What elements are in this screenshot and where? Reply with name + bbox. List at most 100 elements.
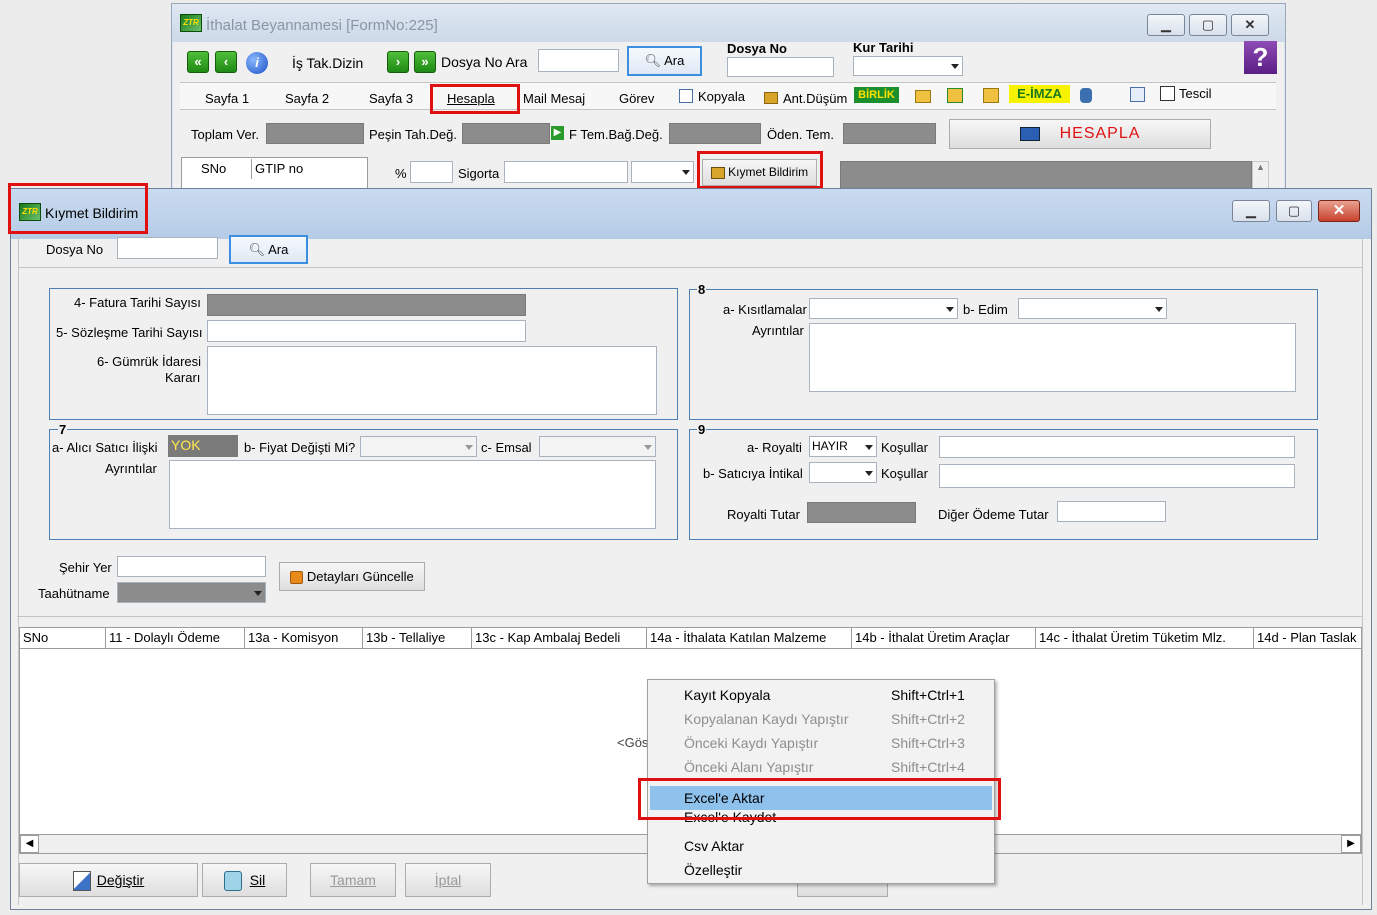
royalti-dropdown[interactable]: HAYIR — [809, 436, 877, 457]
royalti-tutar-field — [807, 502, 916, 523]
menu-item-onceki-kayit-yapistir[interactable]: Önceki Kaydı Yapıştır Shift+Ctrl+3 — [650, 731, 992, 755]
menu-item-kayit-kopyala[interactable]: Kayıt Kopyala Shift+Ctrl+1 — [650, 683, 992, 707]
gumruk-textarea[interactable] — [207, 346, 657, 415]
tab-gorev[interactable]: Görev — [619, 91, 654, 106]
diger-odeme-input[interactable] — [1057, 501, 1166, 522]
tab-sayfa-3[interactable]: Sayfa 3 — [369, 91, 413, 106]
percent-label: % — [395, 166, 407, 181]
edim-dropdown[interactable] — [1018, 298, 1167, 319]
group-8-ayrintilar-textarea[interactable] — [809, 323, 1296, 392]
hesapla-button[interactable]: HESAPLA — [949, 119, 1211, 149]
help-icon[interactable]: ? — [1244, 41, 1277, 74]
tab-hesapla[interactable]: Hesapla — [447, 91, 495, 106]
tescil-label: Tescil — [1179, 86, 1212, 101]
context-menu: Kayıt Kopyala Shift+Ctrl+1 Kopyalanan Kay… — [647, 679, 995, 884]
is-tak-dizin-link[interactable]: İş Tak.Dizin — [292, 55, 363, 71]
tab-mail-mesaj[interactable]: Mail Mesaj — [523, 91, 585, 106]
saticiya-intikal-dropdown[interactable] — [809, 462, 877, 483]
folder-icon[interactable] — [915, 90, 931, 103]
group-9-number: 9 — [697, 422, 707, 437]
menu-item-excele-kaydet[interactable]: Excel'e Kaydet — [650, 810, 992, 828]
e-imza-button[interactable]: E-İMZA — [1009, 85, 1070, 103]
dialog-dosya-no-label: Dosya No — [46, 242, 104, 257]
iptal-button[interactable]: İptal — [405, 863, 491, 897]
sil-button[interactable]: Sil — [202, 863, 287, 897]
kopyala-button[interactable]: Kopyala — [698, 89, 745, 104]
ara-button[interactable]: 🔍︎ Ara — [627, 46, 702, 76]
emsal-dropdown[interactable] — [539, 436, 656, 457]
divider — [17, 616, 1362, 617]
preview-icon[interactable] — [1130, 87, 1145, 102]
dialog-dosya-no-input[interactable] — [117, 237, 218, 259]
menu-item-ozellestir[interactable]: Özelleştir — [650, 858, 992, 882]
arrow-right-icon[interactable]: ▶ — [551, 126, 564, 140]
kiymet-bildirim-button[interactable]: Kıymet Bildirim — [702, 159, 817, 186]
detaylari-guncelle-button[interactable]: Detayları Güncelle — [279, 562, 425, 591]
prev-record-icon[interactable]: ‹ — [215, 51, 237, 73]
tescil-checkbox[interactable] — [1160, 86, 1175, 101]
emsal-label: c- Emsal — [481, 440, 532, 455]
fatura-field — [207, 294, 526, 316]
maximize-button[interactable]: ▢ — [1189, 14, 1227, 36]
dialog-close-button[interactable]: ✕ — [1318, 200, 1360, 222]
ant-dusum-button[interactable]: Ant.Düşüm — [783, 91, 847, 106]
group-8-ayrintilar-label: Ayrıntılar — [752, 323, 804, 338]
col-ithalata-katilan[interactable]: 14a - İthalata Katılan Malzeme — [647, 628, 852, 648]
signature-icon[interactable] — [1080, 88, 1092, 103]
tab-sayfa-1[interactable]: Sayfa 1 — [205, 91, 249, 106]
col-uretim-tuketim[interactable]: 14c - İthalat Üretim Tüketim Mlz. — [1036, 628, 1254, 648]
info-icon[interactable]: i — [246, 52, 268, 74]
close-button[interactable]: ✕ — [1231, 14, 1269, 36]
sozlesme-input[interactable] — [207, 320, 526, 342]
scroll-left-icon[interactable]: ◀ — [20, 835, 39, 853]
group-7-number: 7 — [58, 422, 68, 437]
title-bar: ZTR İthalat Beyannamesi [FormNo:225] ▁ ▢… — [172, 4, 1285, 42]
kisitlamalar-dropdown[interactable] — [809, 298, 958, 319]
kosullar-1-label: Koşullar — [881, 440, 928, 455]
col-dolayli-odeme[interactable]: 11 - Dolaylı Ödeme — [106, 628, 245, 648]
sigorta-dropdown[interactable] — [631, 161, 694, 183]
sozlesme-label: 5- Sözleşme Tarihi Sayısı — [56, 325, 203, 340]
kur-tarihi-dropdown[interactable] — [853, 56, 963, 76]
tab-sayfa-2[interactable]: Sayfa 2 — [285, 91, 329, 106]
fiyat-degisti-label: b- Fiyat Değişti Mi? — [244, 440, 356, 455]
box-icon — [764, 92, 778, 104]
menu-item-excele-aktar[interactable]: Excel'e Aktar — [650, 786, 992, 810]
menu-item-onceki-alan-yapistir[interactable]: Önceki Alanı Yapıştır Shift+Ctrl+4 — [650, 755, 992, 779]
dosya-no-ara-input[interactable] — [538, 49, 619, 72]
menu-item-csv-aktar[interactable]: Csv Aktar — [650, 834, 992, 858]
minimize-button[interactable]: ▁ — [1147, 14, 1185, 36]
fiyat-degisti-dropdown[interactable] — [360, 436, 477, 457]
dosya-no-label: Dosya No — [727, 41, 787, 56]
col-komisyon[interactable]: 13a - Komisyon — [245, 628, 363, 648]
sehir-yer-input[interactable] — [117, 556, 266, 577]
dialog-minimize-button[interactable]: ▁ — [1232, 200, 1270, 222]
last-record-icon[interactable]: » — [414, 51, 436, 73]
col-sno[interactable]: SNo — [20, 628, 106, 648]
taahutname-dropdown[interactable] — [117, 582, 266, 603]
scroll-right-icon[interactable]: ▶ — [1341, 835, 1361, 853]
dosya-no-input[interactable] — [727, 57, 834, 77]
tamam-button[interactable]: Tamam — [310, 863, 396, 897]
col-uretim-araclar[interactable]: 14b - İthalat Üretim Araçlar — [852, 628, 1036, 648]
birlik-button[interactable]: BİRLİK — [854, 87, 899, 103]
group-7-ayrintilar-textarea[interactable] — [169, 460, 656, 529]
col-tellaliye[interactable]: 13b - Tellaliye — [363, 628, 472, 648]
trash-icon — [223, 871, 242, 892]
first-record-icon[interactable]: « — [187, 51, 209, 73]
degistir-button[interactable]: Değiştir — [19, 863, 198, 897]
folder-export-icon[interactable] — [983, 88, 999, 103]
sigorta-input[interactable] — [504, 161, 628, 183]
folder-upload-icon[interactable] — [947, 88, 963, 103]
dialog-maximize-button[interactable]: ▢ — [1276, 200, 1312, 222]
percent-input[interactable] — [410, 161, 453, 183]
col-plan-taslak[interactable]: 14d - Plan Taslak — [1254, 628, 1361, 648]
col-kap-ambalaj[interactable]: 13c - Kap Ambalaj Bedeli — [472, 628, 647, 648]
f-tem-bag-deg-label: F Tem.Bağ.Değ. — [569, 127, 663, 142]
menu-item-kopyalanan-yapistir[interactable]: Kopyalanan Kaydı Yapıştır Shift+Ctrl+2 — [650, 707, 992, 731]
kosullar-1-input[interactable] — [939, 436, 1295, 458]
dialog-ara-button[interactable]: 🔍︎ Ara — [229, 235, 308, 264]
scroll-up-icon[interactable]: ▲ — [1252, 161, 1269, 191]
next-record-icon[interactable]: › — [387, 51, 409, 73]
kosullar-2-input[interactable] — [939, 464, 1295, 488]
